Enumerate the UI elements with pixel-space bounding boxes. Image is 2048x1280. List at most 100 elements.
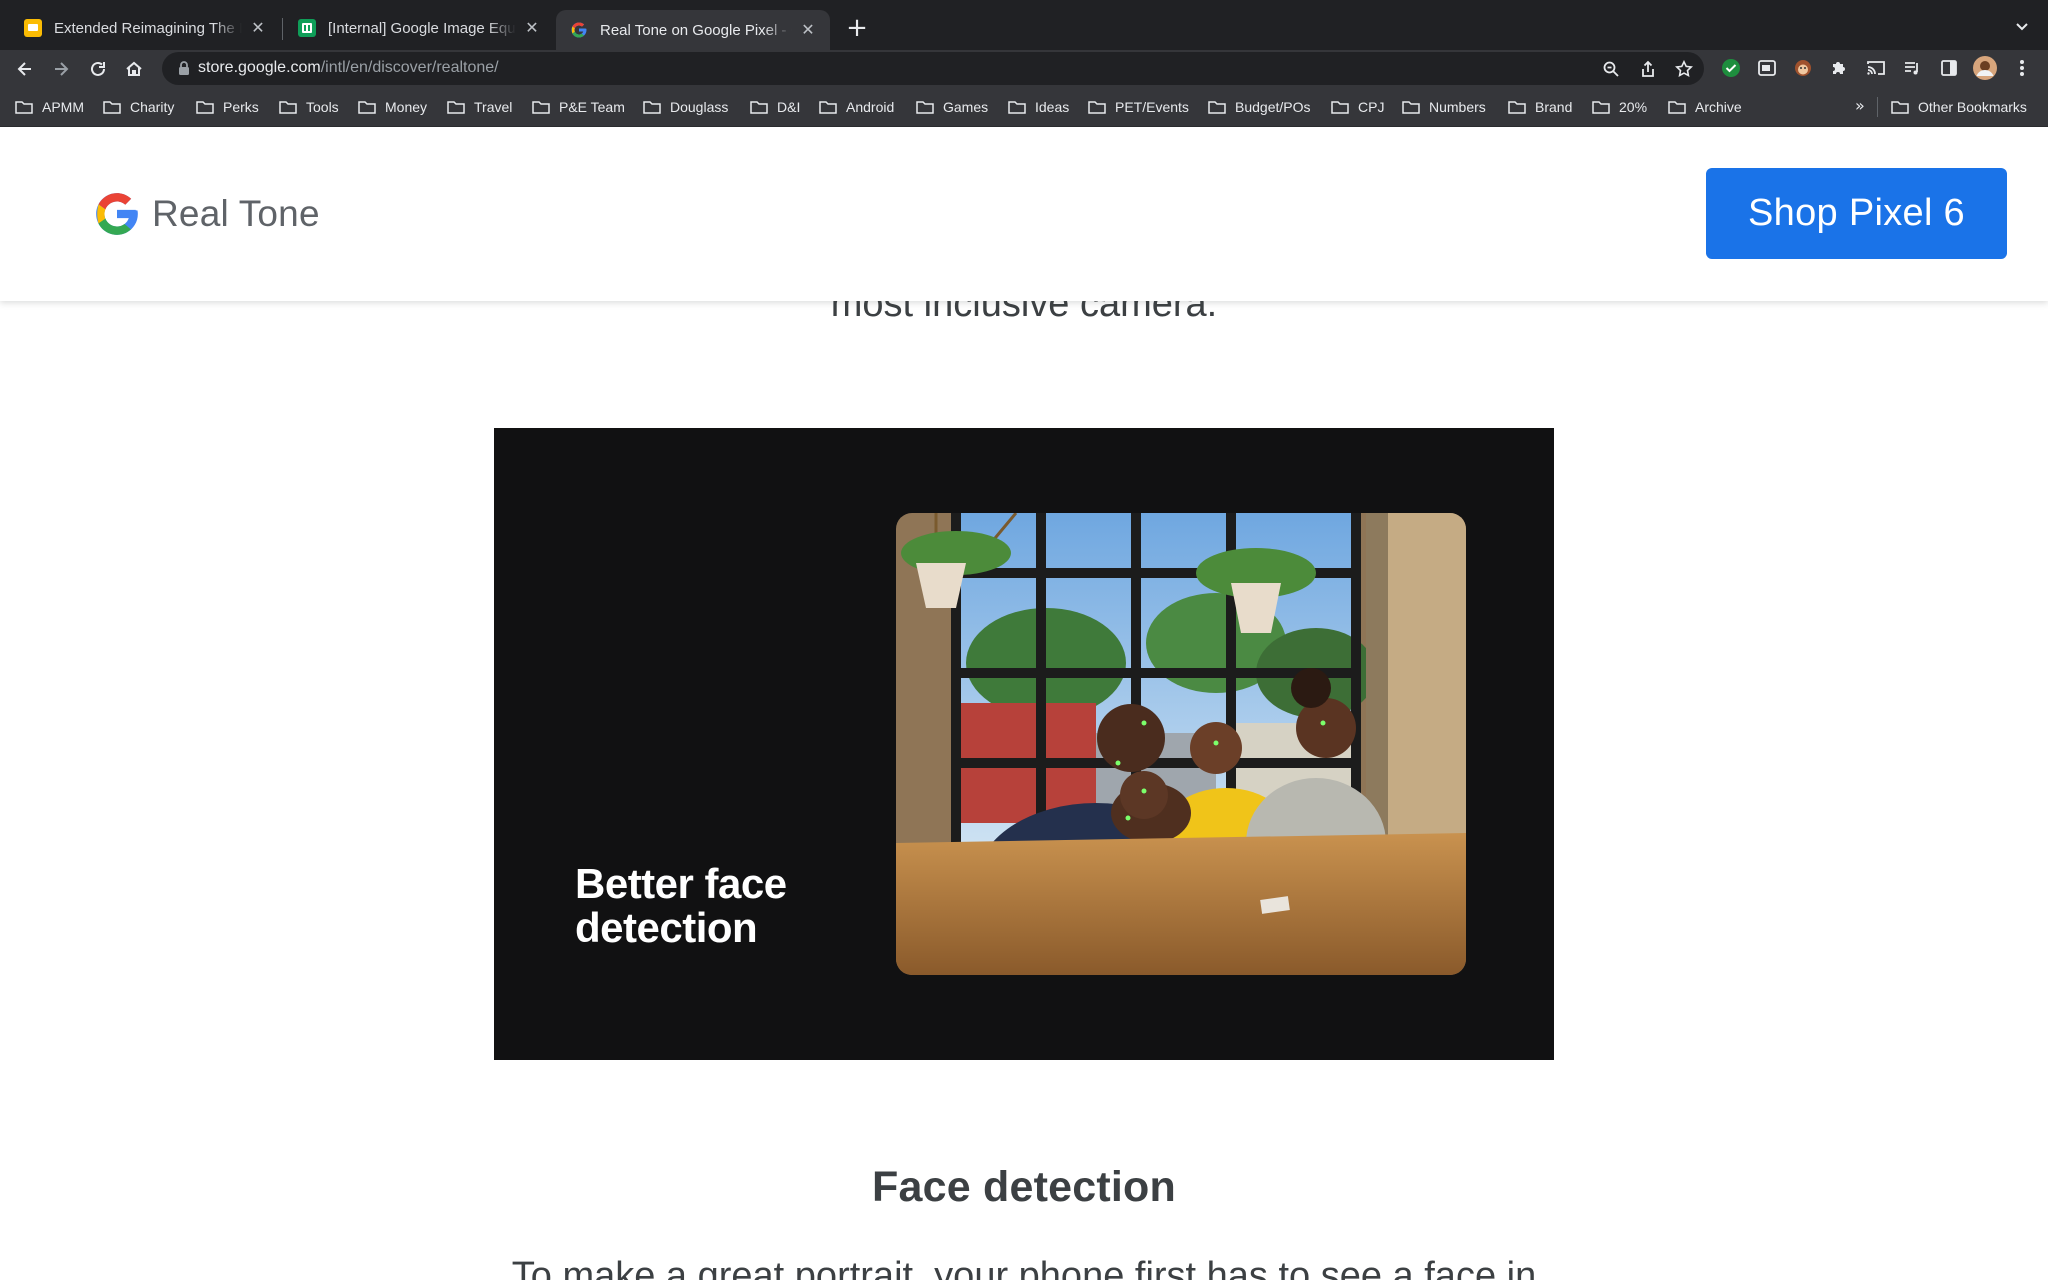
media-control-icon[interactable] [1898, 54, 1926, 82]
side-panel-icon[interactable] [1935, 54, 1963, 82]
bookmark-label: Douglass [670, 99, 729, 115]
bookmarks-overflow-button[interactable]: » [1855, 96, 1865, 115]
bookmark-folder[interactable]: Games [916, 97, 988, 117]
close-icon[interactable]: ✕ [248, 18, 268, 38]
family-photo-illustration [896, 513, 1466, 975]
feature-video[interactable]: Better face detection [494, 428, 1554, 1060]
close-icon[interactable]: ✕ [798, 20, 818, 40]
folder-icon [1088, 101, 1106, 114]
more-vert-icon[interactable] [2008, 54, 2036, 82]
bookmark-folder[interactable]: Brand [1508, 97, 1572, 117]
tab-extended-reimagining[interactable]: Extended Reimagining The Image ✕ [10, 10, 280, 46]
bookmark-folder[interactable]: APMM [15, 97, 84, 117]
bookmark-label: Travel [474, 99, 513, 115]
bookmark-label: Money [385, 99, 428, 115]
bookmarks-divider [1877, 97, 1878, 117]
bookmark-folder[interactable]: Money [358, 97, 427, 117]
cast-icon[interactable] [1862, 54, 1890, 82]
family-photo [896, 513, 1466, 975]
sheets-icon [298, 19, 316, 37]
tab-title: [Internal] Google Image Equity [328, 19, 516, 37]
forward-button[interactable] [46, 54, 76, 84]
home-button[interactable] [119, 54, 149, 84]
folder-icon [750, 101, 768, 114]
bookmark-label: Android [846, 99, 895, 115]
bookmark-folder[interactable]: Tools [279, 97, 339, 117]
folder-icon [819, 101, 837, 114]
tab-title: Real Tone on Google Pixel - Google Store [600, 21, 792, 39]
folder-icon [196, 101, 214, 114]
url-text[interactable]: store.google.com/intl/en/discover/realto… [198, 59, 499, 77]
reload-button[interactable] [83, 54, 113, 84]
bookmark-folder[interactable]: Archive [1668, 97, 1742, 117]
google-icon [570, 21, 588, 39]
close-icon[interactable]: ✕ [522, 18, 542, 38]
folder-icon [643, 101, 661, 114]
folder-icon [916, 101, 934, 114]
bookmark-folder[interactable]: Douglass [643, 97, 728, 117]
bookmark-label: Tools [306, 99, 339, 115]
bookmark-folder[interactable]: PET/Events [1088, 97, 1189, 117]
bookmark-folder[interactable]: Android [819, 97, 894, 117]
tab-title: Extended Reimagining The Image [54, 19, 242, 37]
folder-icon [1331, 101, 1349, 114]
folder-icon [1668, 101, 1686, 114]
puzzle-icon[interactable] [1825, 54, 1853, 82]
extension-check-icon[interactable] [1717, 54, 1745, 82]
tab-divider [282, 18, 283, 40]
video-caption-line: Better face [575, 860, 787, 907]
avatar[interactable] [1971, 54, 1999, 82]
google-g-icon [96, 193, 138, 235]
tab-image-equity[interactable]: [Internal] Google Image Equity ✕ [284, 10, 554, 46]
bookmark-label: PET/Events [1115, 99, 1189, 115]
bookmark-folder[interactable]: P&E Team [532, 97, 625, 117]
bookmark-label: Brand [1535, 99, 1573, 115]
folder-icon [279, 101, 297, 114]
lock-icon[interactable] [176, 60, 192, 76]
tab-real-tone[interactable]: Real Tone on Google Pixel - Google Store… [556, 10, 830, 50]
folder-icon [532, 101, 550, 114]
shop-pixel-button[interactable]: Shop Pixel 6 [1706, 168, 2007, 259]
bookmark-folder[interactable]: Numbers [1402, 97, 1486, 117]
back-button[interactable] [10, 54, 40, 84]
video-caption-line: detection [575, 904, 758, 951]
share-icon[interactable] [1637, 58, 1659, 80]
zoom-icon[interactable] [1600, 58, 1622, 80]
bookmark-label: Budget/POs [1235, 99, 1311, 115]
folder-icon [1008, 101, 1026, 114]
arrow-right-icon [55, 62, 69, 76]
bookmark-label: Charity [130, 99, 175, 115]
chevron-down-icon[interactable] [2010, 14, 2034, 38]
bookmark-folder[interactable]: Charity [103, 97, 174, 117]
other-bookmarks[interactable]: Other Bookmarks [1891, 97, 2027, 117]
arrow-left-icon [17, 62, 31, 76]
folder-icon [1592, 101, 1610, 114]
monkey-extension-icon[interactable] [1789, 54, 1817, 82]
brand-logo[interactable]: Real Tone [92, 189, 320, 239]
bookmark-folder[interactable]: Perks [196, 97, 259, 117]
browser-toolbar: store.google.com/intl/en/discover/realto… [0, 50, 2048, 87]
bookmark-folder[interactable]: Budget/POs [1208, 97, 1311, 117]
bookmark-folder[interactable]: Travel [447, 97, 512, 117]
bookmark-label: D&I [777, 99, 801, 115]
star-icon[interactable] [1673, 58, 1695, 80]
bookmark-folder[interactable]: D&I [750, 97, 800, 117]
new-tab-button[interactable]: + [842, 13, 872, 43]
slides-icon [24, 19, 42, 37]
address-bar[interactable]: store.google.com/intl/en/discover/realto… [162, 52, 1704, 85]
bookmark-folder[interactable]: Ideas [1008, 97, 1069, 117]
window-icon[interactable] [1753, 54, 1781, 82]
site-header: Real Tone Shop Pixel 6 [0, 127, 2048, 301]
folder-icon [1208, 101, 1226, 114]
folder-icon [1508, 101, 1526, 114]
bookmark-label: CPJ [1358, 99, 1385, 115]
bookmark-folder[interactable]: CPJ [1331, 97, 1384, 117]
bookmark-label: Games [943, 99, 989, 115]
folder-icon [15, 101, 33, 114]
bookmark-label: Ideas [1035, 99, 1070, 115]
body-text: To make a great portrait, your phone fir… [511, 1255, 1537, 1280]
bookmark-folder[interactable]: 20% [1592, 97, 1647, 117]
bookmark-label: APMM [42, 99, 84, 115]
bookmark-label: Other Bookmarks [1918, 99, 2027, 115]
url-host: store.google.com [198, 59, 321, 76]
